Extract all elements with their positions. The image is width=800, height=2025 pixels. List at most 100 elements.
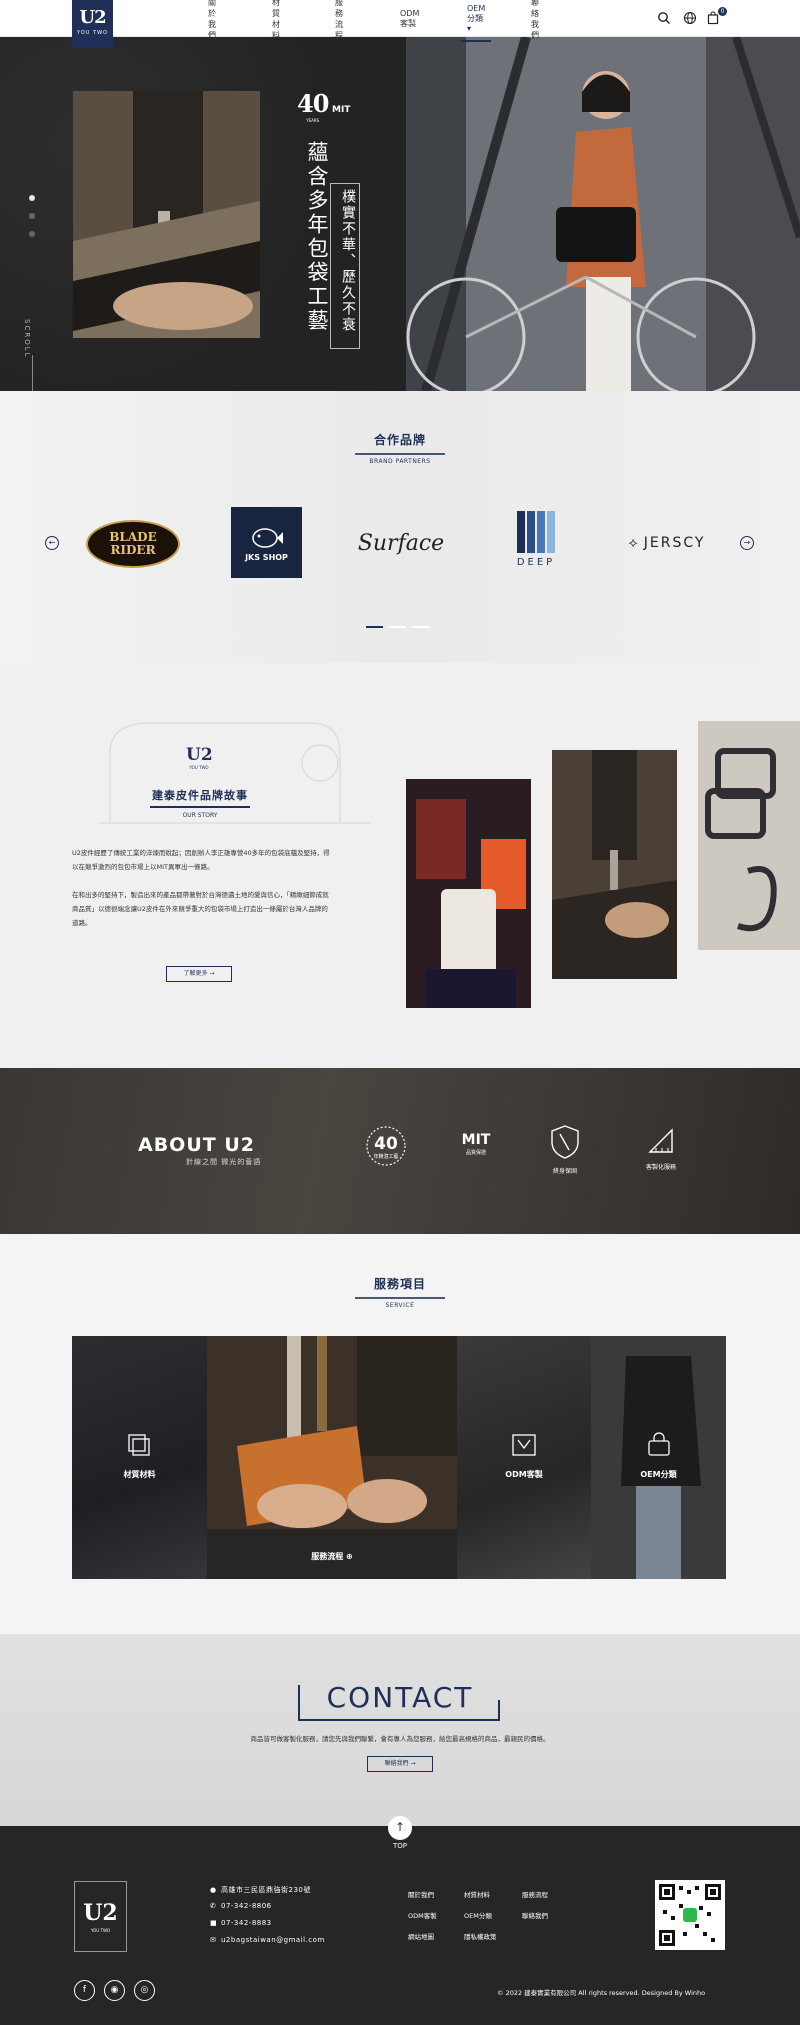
footer-phone-2[interactable]: ■ 07-342-8883 — [210, 1919, 272, 1927]
cyclist-illustration — [406, 37, 800, 391]
slider-dot[interactable] — [29, 195, 35, 201]
service-label-oem: OEM分類 — [640, 1470, 677, 1479]
contact-section — [0, 1634, 800, 1826]
service-title: 服務項目 — [373, 1277, 426, 1291]
cart-count-badge: 0 — [718, 7, 727, 16]
arrow-circle-icon: ⊕ — [346, 1552, 353, 1561]
arrow-up-icon: ↑ — [394, 1820, 406, 1834]
fish-icon — [251, 528, 283, 548]
brand-logo-blade-rider[interactable]: BLADE RIDER — [86, 520, 180, 568]
hero-sewing-photo — [73, 91, 260, 338]
service-heading: 服務項目 SERVICE — [350, 1275, 450, 1309]
sewing-machine-illustration — [73, 91, 260, 338]
feature-warranty-label: 終身保固 — [552, 1168, 577, 1175]
instagram-icon[interactable]: ◎ — [134, 1980, 155, 2001]
footer-email[interactable]: ✉ u2bagstaiwan@gmail.com — [210, 1936, 325, 1944]
nav-odm[interactable]: ODM客製 — [398, 9, 421, 29]
slider-dot[interactable] — [29, 213, 35, 219]
story-photo-buckles — [698, 721, 800, 950]
learn-more-label: 了解更多 — [183, 970, 208, 977]
deep-bars-mark — [517, 510, 555, 553]
story-paragraph-2: 在和出多的堅持下，製造出來的產品都帶著對於台灣德邁土地的愛與信心，「精緻細節成就… — [72, 891, 329, 927]
hero-title: 蘊含多年包袋工藝 — [305, 141, 329, 333]
service-card-odm[interactable]: ODM客製 — [457, 1336, 591, 1579]
brand-logo-surface[interactable]: Surface — [356, 520, 446, 566]
service-subtitle: SERVICE — [385, 1302, 415, 1309]
search-icon[interactable] — [657, 11, 671, 25]
thread-spools-illustration — [406, 779, 531, 1008]
logo-sub: YOU TWO — [77, 30, 108, 36]
pager-dot[interactable] — [366, 626, 383, 628]
globe-icon[interactable] — [683, 11, 697, 25]
partners-next-button[interactable]: → — [740, 536, 754, 550]
jersey-mark-icon: ⟡ — [628, 535, 640, 551]
service-underline — [355, 1297, 445, 1299]
footer-link-about[interactable]: 關於我們 — [408, 1889, 434, 1899]
feature-40-number: 40 — [374, 1134, 398, 1154]
chevron-down-icon: ▾ — [467, 24, 472, 33]
sewing-hands-illustration — [552, 750, 677, 979]
footer-link-contact[interactable]: 聯絡我們 — [522, 1910, 548, 1920]
partners-heading: 合作品牌 BRAND PARTNERS — [350, 431, 450, 465]
pager-dot[interactable] — [412, 626, 429, 628]
arrow-right-icon: → — [410, 1760, 416, 1767]
footer-phone-1[interactable]: ✆ 07-342-8806 — [210, 1902, 272, 1910]
nav-contact[interactable]: 聯絡我們 — [529, 0, 541, 41]
nav-oem[interactable]: OEM分類 ▾ — [460, 4, 492, 42]
contact-us-button[interactable]: 聯絡我們 → — [367, 1756, 433, 1772]
map-pin-icon: ● — [210, 1886, 217, 1894]
logo-text: U2 — [79, 7, 106, 28]
feature-40-years: 40 年精湛工藝 — [358, 1124, 414, 1174]
story-logo: U2 YOU TWO — [186, 745, 213, 770]
contact-us-label: 聯絡我們 — [384, 1760, 409, 1767]
back-to-top-button[interactable]: ↑ — [388, 1816, 412, 1840]
story-photo-sewing — [552, 750, 677, 979]
footer-address-text: 高雄市三民區鼎強街230號 — [221, 1886, 311, 1894]
hero-subtitle: 樸實不華、歷久不衰 — [340, 189, 356, 333]
footer-logo[interactable]: U2 YOU TWO — [74, 1881, 127, 1952]
footer-link-materials[interactable]: 材質材料 — [464, 1889, 490, 1899]
pager-dot[interactable] — [389, 626, 406, 628]
footer-link-oem[interactable]: OEM分類 — [464, 1910, 492, 1920]
partners-prev-button[interactable]: ← — [45, 536, 59, 550]
footer-link-process[interactable]: 服務流程 — [522, 1889, 548, 1899]
story-heading: 建泰皮件品牌故事 OUR STORY — [140, 787, 260, 819]
feature-40-label: 年精湛工藝 — [373, 1154, 399, 1160]
scroll-indicator-label: SCROLL — [23, 319, 31, 359]
service-label-odm: ODM客製 — [505, 1470, 543, 1479]
site-logo[interactable]: U2 YOU TWO — [72, 0, 113, 48]
line-qr-code — [655, 1880, 725, 1950]
learn-more-button[interactable]: 了解更多 → — [166, 966, 232, 982]
service-process-text: 服務流程 — [311, 1552, 344, 1561]
feature-mit-text: MIT — [461, 1132, 491, 1148]
badge-number: 40 — [297, 89, 329, 118]
service-label-process: 服務流程 ⊕ — [207, 1551, 457, 1562]
nav-about[interactable]: 關於我們 — [206, 0, 218, 41]
nav-materials[interactable]: 材質材料 — [270, 0, 282, 41]
back-to-top-label: TOP — [392, 1842, 407, 1850]
brand-jersey-text: JERSCY — [643, 535, 706, 551]
brand-logo-jks-shop[interactable]: JKS SHOP — [231, 507, 302, 578]
service-card-oem[interactable]: OEM分類 — [591, 1336, 726, 1579]
nav-process[interactable]: 服務流程 — [333, 0, 345, 41]
service-card-process[interactable]: 服務流程 ⊕ — [207, 1336, 457, 1579]
brand-logo-deep[interactable]: DEEP — [506, 508, 566, 570]
buckles-illustration — [698, 721, 800, 950]
service-card-materials[interactable]: 材質材料 — [72, 1336, 207, 1579]
story-title: 建泰皮件品牌故事 — [152, 789, 248, 802]
line-icon[interactable]: ◉ — [104, 1980, 125, 2001]
feature-warranty: 終身保固 — [540, 1124, 590, 1175]
story-logo-sub: YOU TWO — [189, 765, 209, 770]
design-sheet-icon — [512, 1434, 536, 1456]
contact-underline — [300, 1719, 500, 1721]
site-header: U2 YOU TWO 關於我們 材質材料 服務流程 ODM客製 OEM分類 ▾ … — [0, 0, 800, 48]
footer-link-sitemap[interactable]: 網站地圖 — [408, 1931, 434, 1941]
partners-underline — [355, 453, 445, 455]
slider-dot[interactable] — [29, 231, 35, 237]
arrow-right-icon: → — [743, 538, 751, 547]
facebook-icon[interactable]: f — [74, 1980, 95, 2001]
footer-link-privacy[interactable]: 隱私權政策 — [464, 1931, 497, 1941]
badge-years: YEARS — [306, 118, 320, 123]
footer-link-odm[interactable]: ODM客製 — [408, 1910, 437, 1920]
brand-logo-jersey[interactable]: ⟡ JERSCY — [618, 530, 716, 556]
